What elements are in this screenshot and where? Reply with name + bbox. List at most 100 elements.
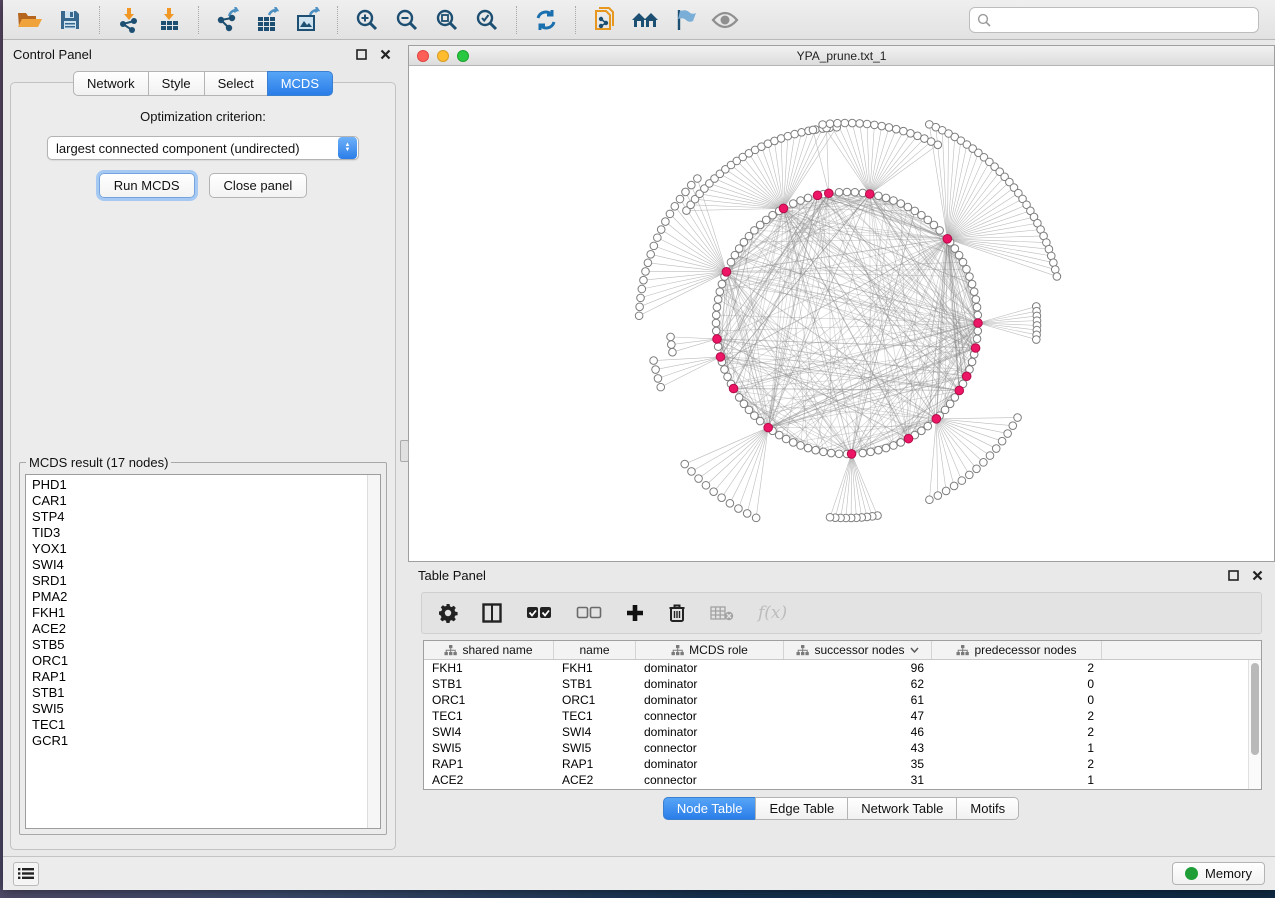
run-mcds-button[interactable]: Run MCDS (99, 173, 195, 198)
leaf-node[interactable] (666, 210, 674, 218)
open-session-button[interactable] (13, 4, 47, 36)
ring-node[interactable] (835, 450, 843, 458)
leaf-node[interactable] (710, 488, 718, 496)
leaf-node[interactable] (966, 471, 974, 479)
leaf-node[interactable] (668, 341, 676, 349)
ring-node[interactable] (955, 251, 963, 259)
ring-node[interactable] (974, 311, 982, 319)
leaf-node[interactable] (856, 120, 864, 128)
ring-node[interactable] (713, 303, 721, 311)
mcds-hub-node[interactable] (716, 353, 725, 362)
leaf-node[interactable] (669, 348, 677, 356)
ring-node[interactable] (875, 192, 883, 200)
tab-select[interactable]: Select (204, 71, 268, 96)
table-row[interactable]: STB1STB1dominator620 (424, 676, 1261, 692)
leaf-node[interactable] (694, 175, 702, 183)
mcds-result-item[interactable]: SRD1 (32, 573, 380, 589)
close-panel-button[interactable]: Close panel (209, 173, 308, 198)
ring-node[interactable] (882, 444, 890, 452)
leaf-node[interactable] (650, 242, 658, 250)
mcds-result-listbox[interactable]: PHD1CAR1STP4TID3YOX1SWI4SRD1PMA2FKH1ACE2… (25, 474, 381, 829)
network-canvas[interactable] (409, 66, 1274, 561)
leaf-node[interactable] (718, 494, 726, 502)
mcds-result-item[interactable]: RAP1 (32, 669, 380, 685)
table-row[interactable]: TEC1TEC1connector472 (424, 708, 1261, 724)
leaf-node[interactable] (885, 124, 893, 132)
mcds-result-item[interactable]: SWI5 (32, 701, 380, 717)
leaf-node[interactable] (1009, 422, 1017, 430)
leaf-node[interactable] (654, 375, 662, 383)
ring-node[interactable] (712, 327, 720, 335)
leaf-node[interactable] (791, 130, 799, 138)
mcds-result-item[interactable]: TID3 (32, 525, 380, 541)
leaf-node[interactable] (878, 122, 886, 130)
leaf-node[interactable] (695, 475, 703, 483)
ring-node[interactable] (897, 200, 905, 208)
leaf-node[interactable] (992, 445, 1000, 453)
mcds-hub-node[interactable] (971, 344, 980, 353)
export-image-button[interactable] (291, 4, 325, 36)
leaf-node[interactable] (809, 126, 817, 134)
ring-node[interactable] (897, 439, 905, 447)
tab-network[interactable]: Network (73, 71, 149, 96)
delete-columns-button[interactable] (668, 600, 686, 626)
mcds-hub-node[interactable] (729, 384, 738, 393)
leaf-node[interactable] (644, 259, 652, 267)
leaf-node[interactable] (657, 383, 665, 391)
ring-node[interactable] (727, 258, 735, 266)
show-column-button[interactable] (482, 600, 502, 626)
ring-node[interactable] (882, 194, 890, 202)
leaf-node[interactable] (950, 482, 958, 490)
mcds-result-item[interactable]: ORC1 (32, 653, 380, 669)
table-scrollbar-thumb[interactable] (1251, 663, 1259, 755)
ring-node[interactable] (712, 311, 720, 319)
leaf-node[interactable] (636, 303, 644, 311)
leaf-node[interactable] (1032, 336, 1040, 344)
ring-node[interactable] (735, 394, 743, 402)
mcds-hub-node[interactable] (813, 191, 822, 200)
ring-node[interactable] (859, 449, 867, 457)
mcds-hub-node[interactable] (722, 268, 731, 277)
leaf-node[interactable] (671, 203, 679, 211)
column-header-name[interactable]: name (554, 641, 636, 659)
mcds-hub-node[interactable] (904, 434, 913, 443)
ring-node[interactable] (716, 288, 724, 296)
ring-node[interactable] (904, 203, 912, 211)
ring-node[interactable] (797, 442, 805, 450)
zoom-out-button[interactable] (390, 4, 424, 36)
mcds-hub-node[interactable] (932, 415, 941, 424)
table-row[interactable]: ACE2ACE2connector311 (424, 772, 1261, 788)
ring-node[interactable] (970, 288, 978, 296)
mcds-list-scrollbar[interactable] (367, 475, 380, 828)
table-row[interactable]: ORC1ORC1dominator610 (424, 692, 1261, 708)
ring-node[interactable] (712, 319, 720, 327)
add-column-button[interactable] (626, 600, 644, 626)
mcds-result-item[interactable]: STB5 (32, 637, 380, 653)
leaf-node[interactable] (654, 234, 662, 242)
ring-node[interactable] (951, 245, 959, 253)
ring-node[interactable] (968, 280, 976, 288)
leaf-node[interactable] (826, 513, 834, 521)
mcds-result-item[interactable]: TEC1 (32, 717, 380, 733)
leaf-node[interactable] (934, 141, 942, 149)
mcds-hub-node[interactable] (764, 423, 773, 432)
mcds-result-item[interactable]: ACE2 (32, 621, 380, 637)
leaf-node[interactable] (1053, 273, 1061, 281)
leaf-node[interactable] (702, 481, 710, 489)
column-header-shared-name[interactable]: shared name (424, 641, 554, 659)
ring-node[interactable] (867, 448, 875, 456)
ring-node[interactable] (804, 194, 812, 202)
leaf-node[interactable] (688, 468, 696, 476)
ring-node[interactable] (820, 448, 828, 456)
apply-preferred-layout-button[interactable] (529, 4, 563, 36)
ring-node[interactable] (936, 227, 944, 235)
leaf-node[interactable] (980, 459, 988, 467)
leaf-node[interactable] (998, 437, 1006, 445)
ring-node[interactable] (973, 335, 981, 343)
mcds-result-item[interactable]: SWI4 (32, 557, 380, 573)
first-neighbors-button[interactable] (628, 4, 662, 36)
leaf-node[interactable] (826, 120, 834, 128)
leaf-node[interactable] (841, 119, 849, 127)
ring-node[interactable] (911, 207, 919, 215)
leaf-node[interactable] (638, 285, 646, 293)
